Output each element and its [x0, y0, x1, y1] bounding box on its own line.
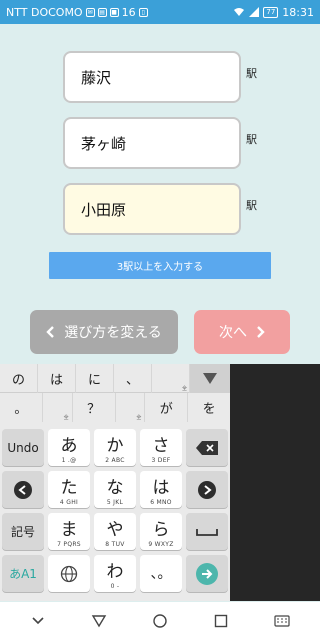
- input-mode-key[interactable]: あA1: [2, 555, 44, 592]
- candidate-exclaim-2[interactable]: 全: [43, 393, 73, 422]
- candidate-exclaim-3[interactable]: 全: [116, 393, 146, 422]
- key-wa[interactable]: わ0 -: [94, 555, 136, 592]
- navigation-bar: [0, 602, 320, 640]
- station-row-2: 茅ヶ崎 駅: [63, 117, 303, 169]
- station-input-2[interactable]: 茅ヶ崎: [63, 117, 241, 169]
- station-input-3[interactable]: 小田原: [63, 183, 241, 235]
- enter-icon: [196, 562, 218, 585]
- chevron-right-icon: [257, 326, 265, 338]
- next-button[interactable]: 次へ: [194, 310, 290, 354]
- key-ya[interactable]: や8 TUV: [94, 513, 136, 550]
- station-input-1[interactable]: 藤沢: [63, 51, 241, 103]
- next-label: 次へ: [219, 325, 247, 341]
- app-icon: ■: [109, 7, 119, 17]
- key-ma[interactable]: ま7 PQRS: [48, 513, 90, 550]
- candidate-period[interactable]: 。: [0, 393, 43, 422]
- triangle-down-icon: [203, 372, 217, 384]
- candidate-row-1: の は に 、 全: [0, 364, 230, 393]
- storage-icon: ▤: [97, 7, 107, 17]
- key-punctuation[interactable]: 、。: [140, 555, 182, 592]
- signal-label: 16: [121, 5, 136, 19]
- key-a[interactable]: あ1 .@: [48, 429, 90, 466]
- key-ka[interactable]: か2 ABC: [94, 429, 136, 466]
- arrow-left-icon: [14, 480, 32, 499]
- backspace-icon: [196, 440, 218, 455]
- chevron-left-icon: [46, 326, 55, 338]
- candidate-question[interactable]: ？: [73, 393, 116, 422]
- key-ta[interactable]: た4 GHI: [48, 471, 90, 508]
- status-left: NTT DOCOMO ✉ ▤ ■ 16 ▯: [6, 6, 148, 19]
- change-method-label: 選び方を変える: [64, 325, 162, 341]
- undo-key[interactable]: Undo: [2, 429, 44, 466]
- hint-banner: 3駅以上を入力する: [49, 252, 271, 279]
- keyboard-side-panel: [230, 364, 320, 601]
- chevron-down-icon[interactable]: [30, 613, 46, 629]
- candidate-exclaim[interactable]: 全: [152, 364, 190, 393]
- symbol-key[interactable]: 記号: [2, 513, 44, 550]
- station-suffix-2: 駅: [246, 133, 257, 146]
- space-key[interactable]: [186, 513, 228, 550]
- candidate-ga[interactable]: が: [145, 393, 189, 422]
- candidate-ni[interactable]: に: [76, 364, 114, 393]
- notification-icon: ✉: [85, 7, 95, 17]
- station-row-1: 藤沢 駅: [63, 51, 303, 103]
- status-right: 77 18:31: [233, 6, 314, 19]
- enter-key[interactable]: [186, 555, 228, 592]
- wifi-icon: [234, 8, 245, 16]
- key-na[interactable]: な5 JKL: [94, 471, 136, 508]
- key-sa[interactable]: さ3 DEF: [140, 429, 182, 466]
- station-suffix-3: 駅: [246, 199, 257, 212]
- cursor-right-key[interactable]: [186, 471, 228, 508]
- cursor-left-key[interactable]: [2, 471, 44, 508]
- sim-icon: ▯: [138, 7, 148, 17]
- collapse-button[interactable]: [190, 364, 230, 393]
- home-icon[interactable]: [152, 613, 168, 629]
- candidate-ha[interactable]: は: [38, 364, 76, 393]
- clock: 18:31: [282, 5, 314, 19]
- key-globe[interactable]: [48, 555, 90, 592]
- battery-icon: 77: [263, 6, 279, 18]
- change-method-button[interactable]: 選び方を変える: [30, 310, 178, 354]
- signal-icon: [249, 7, 260, 17]
- candidate-comma[interactable]: 、: [114, 364, 152, 393]
- back-icon[interactable]: [91, 613, 107, 629]
- candidate-wo[interactable]: を: [188, 393, 230, 422]
- keyboard: の は に 、 全 。 全 ？ 全 が を Undo 記号 あA1 あ1 .@ …: [0, 364, 230, 601]
- space-icon: [196, 528, 218, 536]
- recents-icon[interactable]: [213, 613, 229, 629]
- station-row-3: 小田原 駅: [63, 183, 303, 235]
- globe-icon: [60, 565, 78, 582]
- carrier-label: NTT DOCOMO: [6, 5, 83, 19]
- candidate-no[interactable]: の: [0, 364, 38, 393]
- station-suffix-1: 駅: [246, 67, 257, 80]
- arrow-right-icon: [198, 480, 216, 499]
- key-ha[interactable]: は6 MNO: [140, 471, 182, 508]
- candidate-row-2: 。 全 ？ 全 が を: [0, 393, 230, 422]
- keyboard-icon[interactable]: [273, 613, 290, 629]
- status-bar: NTT DOCOMO ✉ ▤ ■ 16 ▯ 77 18:31: [0, 0, 320, 24]
- backspace-key[interactable]: [186, 429, 228, 466]
- key-ra[interactable]: ら9 WXYZ: [140, 513, 182, 550]
